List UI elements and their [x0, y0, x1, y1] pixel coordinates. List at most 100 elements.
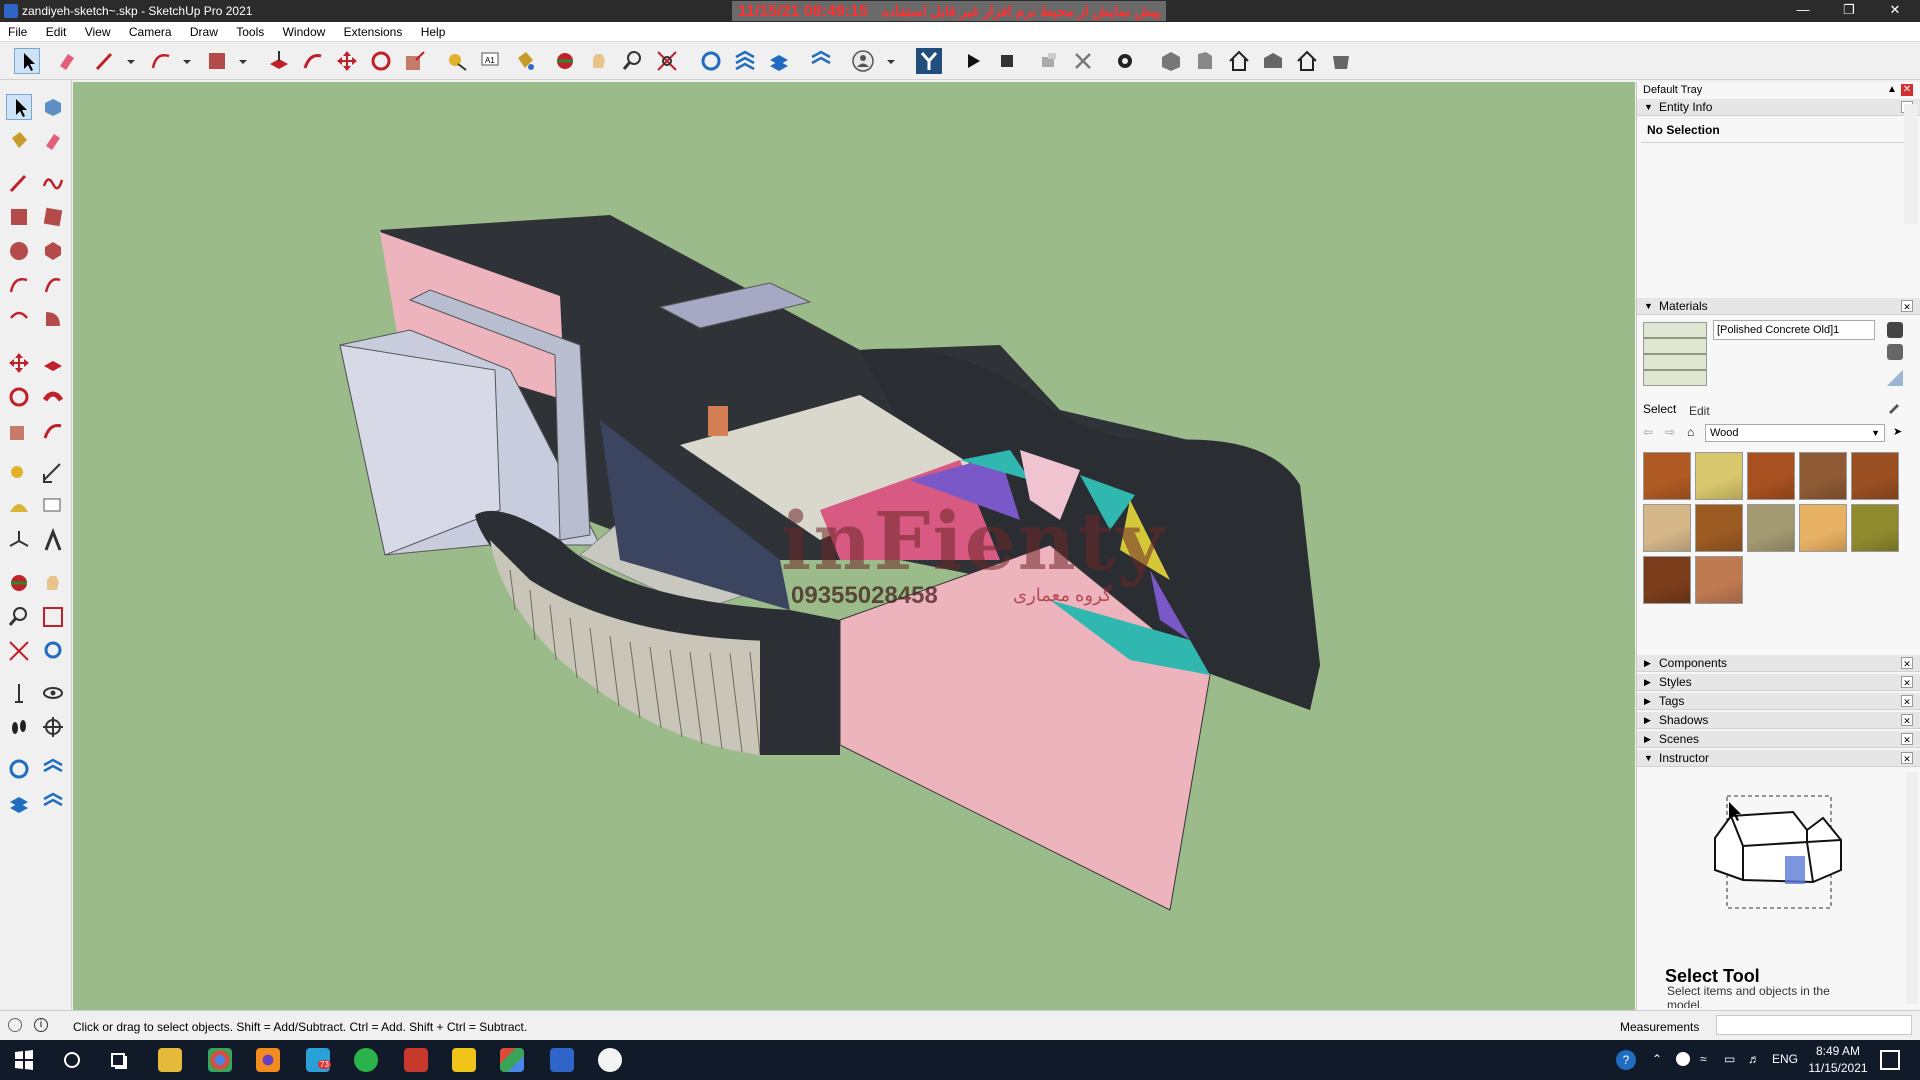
pan-hand-icon[interactable] — [40, 570, 66, 596]
entity-scrollbar[interactable] — [1904, 104, 1918, 224]
text-tool-icon[interactable] — [40, 494, 66, 520]
chrome-icon[interactable] — [208, 1048, 232, 1072]
tab-edit[interactable]: Edit — [1689, 404, 1710, 418]
chevron-down-icon[interactable] — [878, 48, 895, 74]
zoom-icon[interactable] — [620, 48, 646, 74]
pie-tool-icon[interactable] — [40, 306, 66, 332]
select-tool-icon[interactable] — [6, 94, 32, 120]
search-icon[interactable] — [60, 1048, 84, 1072]
extension-warehouse-icon[interactable] — [40, 756, 66, 782]
orbit-icon[interactable] — [6, 570, 32, 596]
circle-tool-icon[interactable] — [6, 238, 32, 264]
chevron-down-icon[interactable] — [118, 48, 135, 74]
minimize-icon[interactable]: — — [1780, 0, 1826, 22]
menu-extensions[interactable]: Extensions — [336, 22, 410, 39]
battery-icon[interactable]: ▭ — [1724, 1052, 1735, 1066]
chevron-down-icon[interactable] — [230, 48, 247, 74]
tape-measure-icon[interactable] — [444, 48, 470, 74]
layers-icon[interactable] — [6, 790, 32, 816]
profile-icon[interactable] — [850, 48, 876, 74]
move-tool-icon[interactable] — [6, 350, 32, 376]
extension-warehouse-icon[interactable] — [732, 48, 758, 74]
offset-icon[interactable] — [300, 48, 326, 74]
tray-chevron-up-icon[interactable]: ⌃ — [1652, 1052, 1662, 1066]
paint-bucket-icon[interactable] — [512, 48, 538, 74]
push-pull-icon[interactable] — [40, 350, 66, 376]
panel-close-icon[interactable]: ✕ — [1901, 714, 1913, 726]
menu-window[interactable]: Window — [275, 22, 333, 39]
axes-icon[interactable] — [6, 528, 32, 554]
offset-icon[interactable] — [40, 418, 66, 444]
components-header[interactable]: ▶ Components ✕ — [1637, 655, 1920, 672]
pan-hand-icon[interactable] — [586, 48, 612, 74]
position-camera-icon[interactable] — [6, 680, 32, 706]
material-swatch[interactable] — [1747, 504, 1795, 552]
sketchup-taskbar-icon[interactable] — [550, 1048, 574, 1072]
eraser-icon[interactable] — [54, 48, 80, 74]
play-icon[interactable] — [960, 48, 986, 74]
material-name-field[interactable] — [1713, 320, 1875, 340]
material-swatch[interactable] — [1695, 556, 1743, 604]
scenes-header[interactable]: ▶ Scenes ✕ — [1637, 731, 1920, 748]
freehand-icon[interactable] — [40, 170, 66, 196]
tape-measure-icon[interactable] — [6, 460, 32, 486]
materials-header[interactable]: ▼ Materials ✕ — [1637, 298, 1920, 315]
eyedropper-icon[interactable] — [1887, 398, 1903, 414]
walk-icon[interactable] — [6, 714, 32, 740]
styles-header[interactable]: ▶ Styles ✕ — [1637, 674, 1920, 691]
material-swatch[interactable] — [1799, 452, 1847, 500]
three-point-arc-icon[interactable] — [6, 306, 32, 332]
gear-icon[interactable] — [1112, 48, 1138, 74]
right-view-icon[interactable] — [1260, 48, 1286, 74]
panel-close-icon[interactable]: ✕ — [1901, 733, 1913, 745]
entity-info-header[interactable]: ▼Entity Info✕ — [1637, 99, 1920, 116]
library-dropdown[interactable]: Wood ▼ — [1705, 424, 1885, 442]
pin-icon[interactable]: ▲ — [1887, 84, 1899, 96]
menu-view[interactable]: View — [77, 22, 118, 39]
wifi-icon[interactable]: ≈ — [1700, 1052, 1707, 1066]
rectangle-tool-icon[interactable] — [6, 204, 32, 230]
dimension-icon[interactable] — [40, 460, 66, 486]
zoom-icon[interactable] — [6, 604, 32, 630]
info-icon[interactable]: i — [34, 1018, 48, 1032]
stop-icon[interactable] — [994, 48, 1020, 74]
sandbox-icon[interactable] — [916, 48, 942, 74]
material-swatch[interactable] — [1643, 556, 1691, 604]
panel-close-icon[interactable]: ✕ — [1901, 300, 1913, 312]
tab-select[interactable]: Select — [1643, 402, 1676, 416]
instructor-header[interactable]: ▼ Instructor ✕ — [1637, 750, 1920, 767]
arc-tool-icon[interactable] — [148, 48, 174, 74]
push-pull-icon[interactable] — [266, 48, 292, 74]
measurements-input[interactable] — [1716, 1015, 1912, 1035]
section-cut-icon[interactable] — [1070, 48, 1096, 74]
iso-view-icon[interactable] — [1158, 48, 1184, 74]
sample-paint-icon[interactable] — [1887, 370, 1903, 386]
forward-arrow-icon[interactable]: ⇨ — [1665, 425, 1681, 439]
zoom-extents-icon[interactable] — [654, 48, 680, 74]
zoom-window-icon[interactable] — [40, 604, 66, 630]
restore-icon[interactable]: ❐ — [1826, 0, 1872, 22]
windows-start-icon[interactable] — [12, 1048, 36, 1072]
menu-file[interactable]: File — [0, 22, 34, 39]
chrome-remote-icon[interactable] — [500, 1048, 524, 1072]
scale-tool-icon[interactable] — [402, 48, 428, 74]
warehouse-icon[interactable] — [698, 48, 724, 74]
close-icon[interactable]: ✕ — [1872, 0, 1918, 22]
create-material-icon[interactable] — [1887, 344, 1903, 360]
menu-tools[interactable]: Tools — [228, 22, 271, 39]
menu-draw[interactable]: Draw — [182, 22, 225, 39]
material-swatch[interactable] — [1643, 504, 1691, 552]
left-view-icon[interactable] — [1328, 48, 1354, 74]
select-tool-icon[interactable] — [14, 48, 40, 74]
extension-manager-icon[interactable] — [808, 48, 834, 74]
volume-icon[interactable]: ♬ — [1748, 1052, 1760, 1066]
rotated-rectangle-icon[interactable] — [40, 204, 66, 230]
media-player-icon[interactable] — [452, 1048, 476, 1072]
line-tool-icon[interactable] — [6, 170, 32, 196]
material-swatch[interactable] — [1851, 452, 1899, 500]
menu-edit[interactable]: Edit — [38, 22, 74, 39]
previous-view-icon[interactable] — [40, 638, 66, 664]
menu-help[interactable]: Help — [413, 22, 453, 39]
shadows-header[interactable]: ▶ Shadows ✕ — [1637, 712, 1920, 729]
protractor-icon[interactable] — [6, 494, 32, 520]
